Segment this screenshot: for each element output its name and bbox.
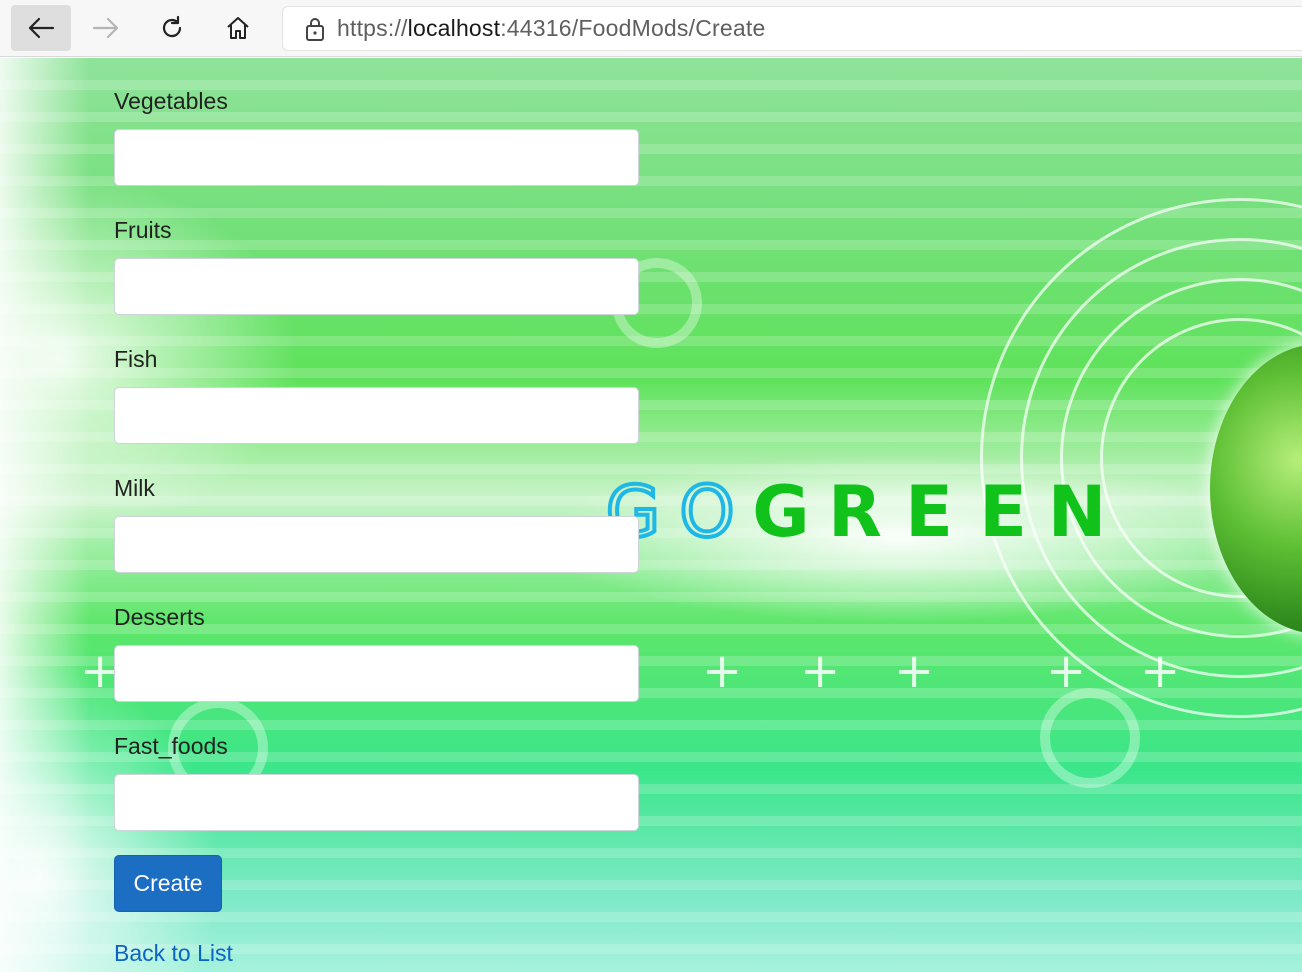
page-content: + + + + + + G O G R E E N Vegetables Fru… [0,58,1302,972]
banner-letter: O [677,469,736,555]
fruits-input[interactable] [114,258,639,315]
fruits-label: Fruits [114,217,172,243]
desserts-input[interactable] [114,645,639,702]
create-button[interactable]: Create [114,855,222,912]
sparkle: + [800,643,841,699]
url-host: localhost [407,15,501,41]
arrow-left-icon [28,17,55,39]
browser-toolbar: https://localhost:44316/FoodMods/Create [0,0,1302,57]
milk-label: Milk [114,475,155,501]
lock-icon[interactable] [293,16,337,42]
banner-letter: E [979,471,1027,553]
banner-letter: N [1047,471,1107,553]
vegetables-label: Vegetables [114,88,228,114]
reload-icon [162,15,182,38]
banner-letter: R [828,471,882,553]
fast-foods-input[interactable] [114,774,639,831]
fish-input[interactable] [114,387,639,444]
arrow-right-icon [92,17,119,39]
address-bar[interactable]: https://localhost:44316/FoodMods/Create [282,6,1302,51]
forward-button[interactable] [76,5,136,51]
sparkle: + [1046,643,1087,699]
milk-input[interactable] [114,516,639,573]
vegetables-input[interactable] [114,129,639,186]
url-path: :44316/FoodMods/Create [500,15,766,41]
desserts-label: Desserts [114,604,205,630]
home-icon [227,17,249,39]
banner-letter: G [752,471,810,553]
back-button[interactable] [11,5,71,51]
url-text[interactable]: https://localhost:44316/FoodMods/Create [337,15,765,42]
reload-button[interactable] [142,5,202,51]
home-button[interactable] [208,5,268,51]
go-green-banner: G O G R E E N [596,469,1114,555]
sparkle: + [1140,643,1181,699]
fish-label: Fish [114,346,158,372]
sparkle: + [702,643,743,699]
sparkle: + [894,643,935,699]
url-scheme: https:// [337,15,408,41]
banner-letter: E [905,471,953,553]
fast-foods-label: Fast_foods [114,733,228,759]
watermark-swirl [1040,688,1140,788]
back-to-list-link[interactable]: Back to List [114,940,233,967]
